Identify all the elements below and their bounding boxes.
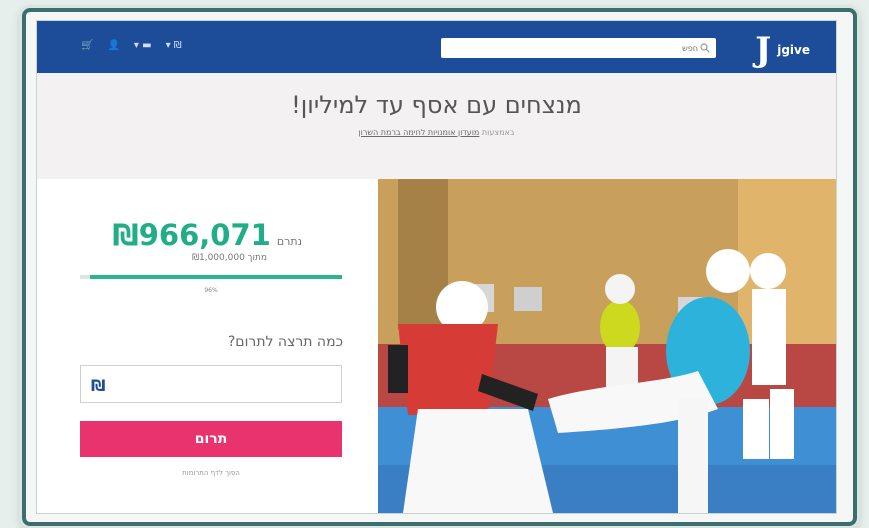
goal-text: מתוך ₪1,000,000 [191, 253, 267, 263]
raised-label: נתרם [276, 235, 302, 248]
raised-summary: נתרם ₪966,071 [113, 218, 302, 252]
user-icon[interactable]: 👤 [107, 41, 119, 51]
donation-question: כמה תרצה לתרום? [227, 334, 343, 350]
logo-mark: J [755, 30, 772, 70]
donation-panel: נתרם ₪966,071 מתוך ₪1,000,000 96% כמה תר… [37, 179, 378, 513]
search-bar[interactable] [441, 37, 716, 59]
progress-bar [80, 275, 342, 279]
progress-percent: 96% [204, 287, 218, 294]
logo-text: jgive [777, 43, 810, 57]
donation-amount-field[interactable]: ₪ [80, 365, 342, 403]
currency-dropdown[interactable]: ▾ ₪ [166, 41, 182, 51]
donors-page-link[interactable]: הפוך לדף התרומות [80, 469, 342, 477]
top-navigation-bar: 🛒 👤 ▾ ▬ ▾ ₪ J jgive [37, 21, 836, 73]
campaign-header [37, 73, 836, 179]
cart-icon[interactable]: 🛒 [81, 41, 93, 51]
browser-page: 🛒 👤 ▾ ▬ ▾ ₪ J jgive מנצחים עם אסף עד למי… [36, 20, 837, 514]
language-dropdown[interactable]: ▾ ▬ [134, 41, 152, 51]
jgive-logo[interactable]: J jgive [755, 33, 810, 67]
donate-button[interactable]: תרום [80, 421, 342, 457]
amount-input[interactable] [81, 366, 341, 402]
raised-amount: ₪966,071 [112, 218, 271, 252]
campaign-title: מנצחים עם אסף עד למיליון! [291, 91, 582, 119]
org-link[interactable]: מועדון אומנויות לחימה ברמת השרון [358, 128, 479, 137]
header-icon-group: 🛒 👤 ▾ ▬ ▾ ₪ [81, 41, 182, 51]
campaign-organization: באמצעות מועדון אומנויות לחימה ברמת השרון [37, 128, 836, 137]
progress-fill [90, 275, 342, 279]
org-prefix: באמצעות [481, 128, 515, 137]
shekel-icon: ₪ [91, 376, 106, 395]
search-icon[interactable] [700, 43, 710, 53]
campaign-photo [378, 179, 836, 513]
search-input[interactable] [441, 37, 700, 59]
